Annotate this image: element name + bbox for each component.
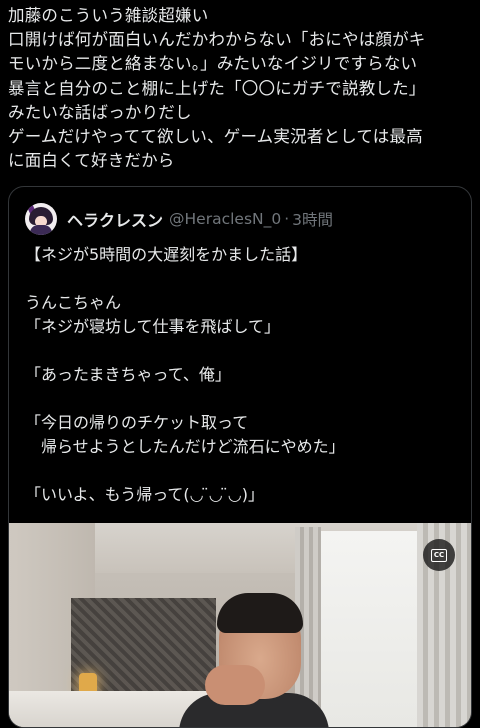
quote-line: 「いいよ、もう帰って(◡ ̈◡ ̈◡)」 — [25, 485, 264, 504]
tweet-line: ゲームだけやってて欲しい、ゲーム実況者としては最高 — [8, 127, 423, 147]
quote-line: うんこちゃん — [25, 293, 122, 312]
tweet-line: みたいな話ばっかりだし — [8, 102, 192, 122]
user-handle[interactable]: @HeraclesN_0 — [169, 210, 281, 228]
quote-line — [25, 387, 455, 411]
tweet-line: 加藤のこういう雑談超嫌い — [8, 6, 209, 25]
separator-dot: · — [284, 210, 290, 228]
quote-line — [25, 339, 455, 363]
tweet-line: モいから二度と絡まない。」みたいなイジリですらない — [8, 54, 418, 74]
quote-body: 【ネジが5時間の大遅刻をかました話】 うんこちゃん 「ネジが寝坊して仕事を飛ばし… — [25, 243, 455, 507]
quote-line: 「今日の帰りのチケット取って — [25, 413, 249, 432]
quote-line: 「あったまきちゃって、俺」 — [25, 365, 231, 384]
closed-captions-icon: CC — [431, 548, 447, 562]
avatar[interactable] — [25, 203, 57, 235]
tweet-line: 口開けば何が面白いんだかわからない「おにやは顔がキ — [8, 30, 426, 50]
quote-tweet-card[interactable]: ヘラクレスン @HeraclesN_0 · 3時間 【ネジが5時間の大遅刻をかま… — [8, 186, 472, 728]
quote-line: 帰らせようとしたんだけど流石にやめた」 — [25, 437, 345, 456]
quote-header: ヘラクレスン @HeraclesN_0 · 3時間 — [25, 201, 333, 237]
tweet-line: に面白くて好きだから — [8, 151, 175, 171]
quote-line: 「ネジが寝坊して仕事を飛ばして」 — [25, 317, 281, 336]
quote-line: 【ネジが5時間の大遅刻をかました話】 — [25, 245, 308, 264]
timestamp[interactable]: 3時間 — [292, 208, 333, 230]
quote-line — [25, 267, 455, 291]
tweet-text: 加藤のこういう雑談超嫌い 口開けば何が面白いんだかわからない「おにやは顔がキ モ… — [8, 4, 472, 173]
quote-line — [25, 459, 455, 483]
video-thumbnail[interactable] — [9, 523, 471, 727]
captions-button[interactable]: CC — [423, 539, 455, 571]
display-name[interactable]: ヘラクレスン — [67, 207, 163, 231]
tweet-line: 暴言と自分のこと棚に上げた「〇〇にガチで説教した」 — [8, 78, 426, 98]
